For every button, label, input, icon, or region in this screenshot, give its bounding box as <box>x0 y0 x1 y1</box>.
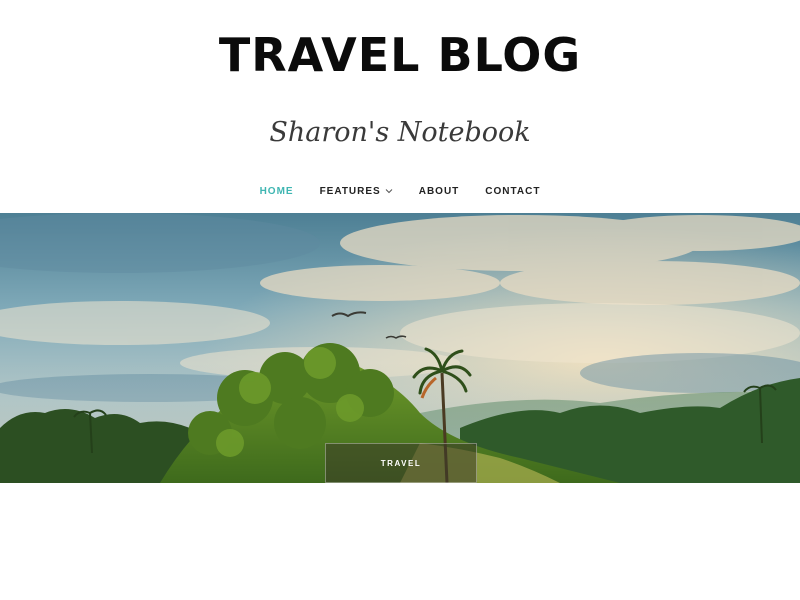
hero-image[interactable]: TRAVEL <box>0 213 800 483</box>
nav-item-contact[interactable]: CONTACT <box>472 186 553 197</box>
main-nav: HOME FEATURES ABOUT CONTACT <box>0 180 800 202</box>
nav-item-contact-label: CONTACT <box>485 185 541 197</box>
nav-item-home[interactable]: HOME <box>247 186 307 197</box>
page: TRAVEL BLOG Sharon's Notebook HOME FEATU… <box>0 0 800 600</box>
nav-item-features-label: FEATURES <box>319 185 381 197</box>
hero-category-label: TRAVEL <box>380 458 422 468</box>
nav-item-about[interactable]: ABOUT <box>406 186 473 197</box>
chevron-down-icon <box>385 189 393 194</box>
site-title[interactable]: TRAVEL BLOG <box>0 26 800 84</box>
nav-item-about-label: ABOUT <box>418 185 460 197</box>
hero-category-badge[interactable]: TRAVEL <box>325 443 477 483</box>
nav-item-home-label: HOME <box>259 185 294 197</box>
site-tagline: Sharon's Notebook <box>269 117 531 148</box>
nav-item-features[interactable]: FEATURES <box>307 186 406 197</box>
